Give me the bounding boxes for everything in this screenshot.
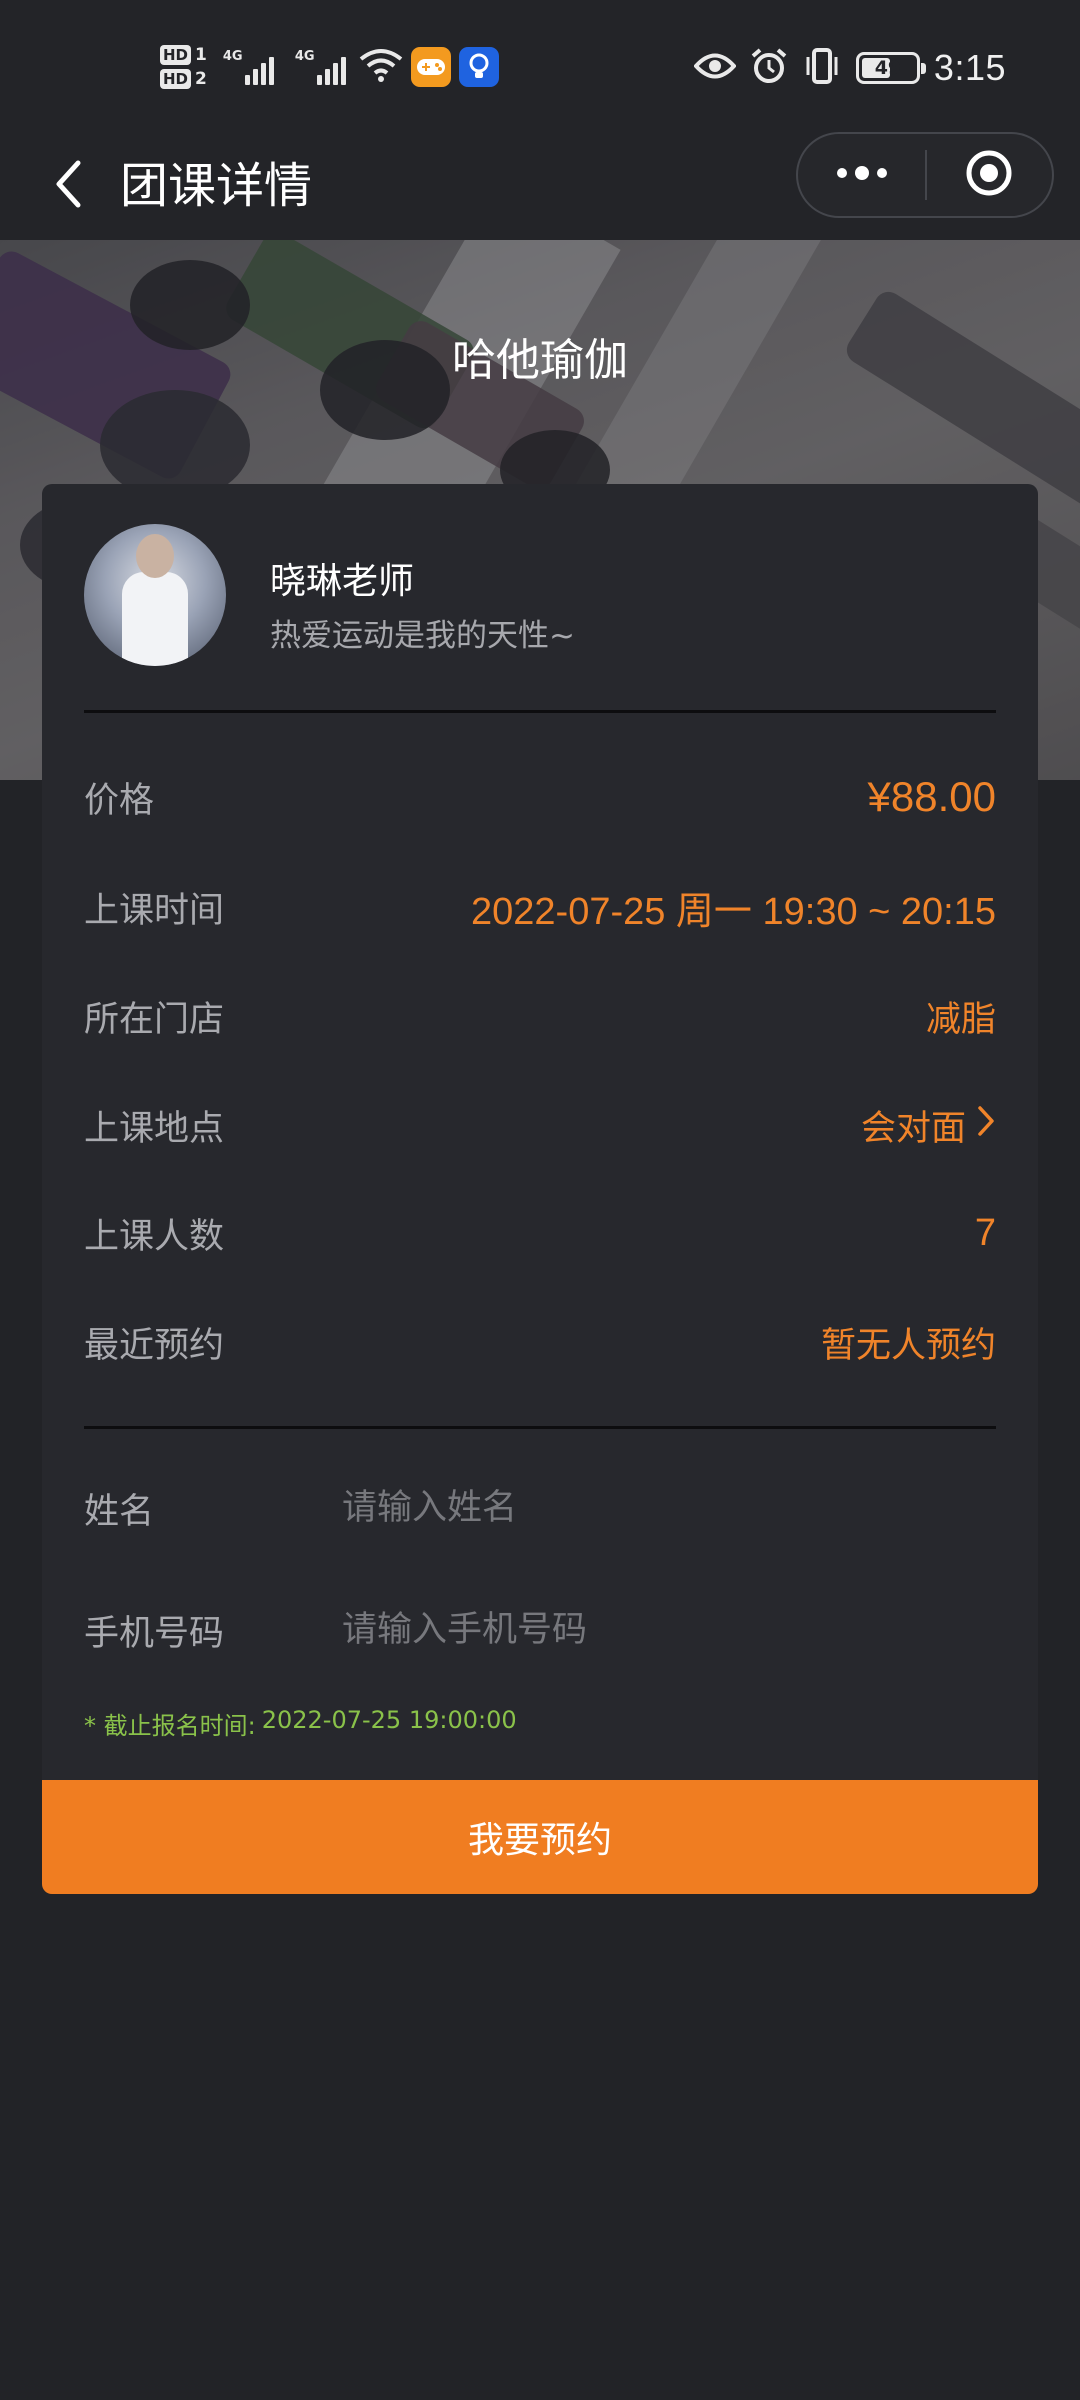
battery-icon: 49 — [855, 52, 926, 84]
alarm-icon — [750, 47, 788, 89]
mini-program-capsule — [796, 132, 1054, 218]
more-dots-icon — [834, 165, 890, 185]
close-button[interactable] — [927, 134, 1052, 216]
hd-icon: HD 1 HD 2 — [160, 45, 207, 89]
battery-level: 49 — [874, 57, 902, 79]
page-title: 团课详情 — [120, 158, 313, 214]
wifi-icon — [359, 47, 403, 87]
teacher-name: 晓琳老师 — [270, 561, 415, 602]
hd-badge-2: HD — [160, 69, 192, 89]
store-value: 减脂 — [925, 999, 996, 1040]
class-detail-card: 晓琳老师 热爱运动是我的天性~ 价格 ¥88.00 上课时间 2022-07-2… — [42, 484, 1038, 1894]
recent-booking-label: 最近预约 — [84, 1325, 225, 1366]
name-label: 姓名 — [84, 1491, 155, 1532]
status-bar-right: 49 3:15 — [693, 40, 1006, 96]
signal-icon-2: 4G — [295, 49, 351, 85]
target-circle-icon — [965, 149, 1013, 201]
class-time-value: 2022-07-25 周一 19:30 ~ 20:15 — [471, 890, 996, 933]
location-value: 会对面 — [860, 1108, 966, 1149]
attendees-value: 7 — [974, 1211, 996, 1254]
teacher-section: 晓琳老师 热爱运动是我的天性~ — [84, 524, 996, 674]
network-type-1: 4G — [222, 49, 243, 64]
back-button[interactable] — [38, 152, 98, 220]
teacher-motto: 热爱运动是我的天性~ — [270, 618, 575, 654]
name-row: 姓名 — [84, 1468, 996, 1548]
attendees-label: 上课人数 — [84, 1216, 225, 1257]
location-label: 上课地点 — [84, 1108, 225, 1149]
price-label: 价格 — [84, 780, 155, 821]
registration-deadline: * 截止报名时间: 2022-07-25 19:00:00 — [84, 1706, 517, 1741]
chevron-right-icon — [976, 1104, 996, 1147]
avatar — [84, 524, 226, 666]
hd-badge-1: HD — [160, 45, 192, 65]
class-time-row: 上课时间 2022-07-25 周一 19:30 ~ 20:15 — [84, 872, 996, 942]
vibrate-icon — [802, 47, 842, 89]
divider — [84, 1426, 996, 1429]
status-bar-left: HD 1 HD 2 4G 4G — [160, 36, 499, 98]
class-title: 哈他瑜伽 — [452, 335, 628, 386]
book-button[interactable]: 我要预约 — [42, 1780, 1038, 1894]
store-row: 所在门店 减脂 — [84, 981, 996, 1051]
sim-slot-1: 1 — [195, 45, 207, 65]
game-app-icon — [410, 47, 451, 87]
status-bar: HD 1 HD 2 4G 4G 49 3:15 — [0, 0, 1080, 132]
price-row: 价格 ¥88.00 — [84, 762, 996, 832]
signal-icon: 4G — [223, 49, 279, 85]
nav-bar: 团课详情 — [0, 132, 1080, 240]
deadline-label: * 截止报名时间: — [84, 1712, 256, 1740]
bulb-app-icon — [458, 47, 499, 87]
store-label: 所在门店 — [84, 999, 225, 1040]
more-button[interactable] — [798, 134, 925, 216]
divider — [84, 710, 996, 713]
sim-slot-2: 2 — [195, 69, 207, 89]
location-link[interactable]: 会对面 — [861, 1100, 996, 1151]
phone-row: 手机号码 — [84, 1590, 996, 1670]
deadline-value: 2022-07-25 19:00:00 — [261, 1706, 517, 1734]
recent-booking-value: 暂无人预约 — [820, 1325, 996, 1366]
location-row[interactable]: 上课地点 会对面 — [84, 1090, 996, 1160]
phone-label: 手机号码 — [84, 1613, 225, 1654]
eye-icon — [693, 51, 737, 85]
chevron-left-icon — [53, 159, 83, 213]
name-input[interactable] — [342, 1473, 996, 1543]
attendees-row: 上课人数 7 — [84, 1198, 996, 1268]
recent-booking-row: 最近预约 暂无人预约 — [84, 1307, 996, 1377]
network-type-2: 4G — [294, 49, 315, 64]
class-time-label: 上课时间 — [84, 890, 225, 931]
price-value: ¥88.00 — [867, 773, 996, 820]
phone-input[interactable] — [342, 1595, 996, 1665]
status-time: 3:15 — [933, 47, 1006, 88]
